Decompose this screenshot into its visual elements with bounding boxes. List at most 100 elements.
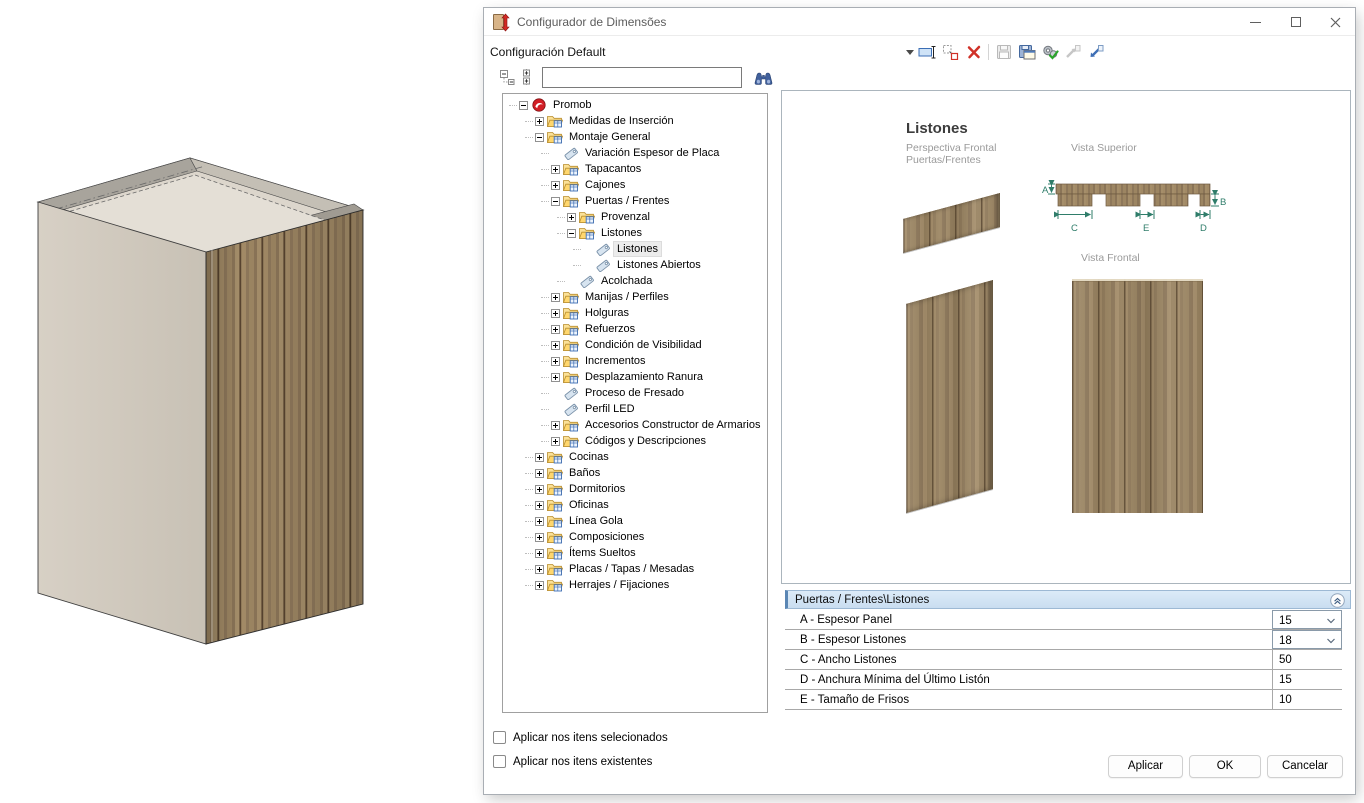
parameter-value-dropdown[interactable]: 15 — [1272, 610, 1342, 629]
find-button[interactable] — [750, 68, 776, 88]
tree-item-herrajes-fijaciones[interactable]: Herrajes / Fijaciones — [503, 577, 767, 593]
tree-item-listones[interactable]: Listones — [503, 225, 767, 241]
export-config-button[interactable] — [1084, 42, 1107, 62]
checkbox-box[interactable] — [493, 755, 506, 768]
expand-node-icon[interactable] — [535, 517, 544, 526]
tree-item-cocinas[interactable]: Cocinas — [503, 449, 767, 465]
expand-node-icon[interactable] — [551, 309, 560, 318]
collapse-node-icon[interactable] — [567, 229, 576, 238]
tree-item-desplazamiento-ranura[interactable]: Desplazamiento Ranura — [503, 369, 767, 385]
panel-section — [1056, 184, 1210, 194]
tree-item-provenzal[interactable]: Provenzal — [503, 209, 767, 225]
expand-all-button[interactable] — [520, 68, 538, 86]
tree-item-proceso-de-fresado[interactable]: Proceso de Fresado — [503, 385, 767, 401]
apply-button[interactable]: Aplicar — [1108, 755, 1183, 778]
minimize-button[interactable] — [1237, 8, 1273, 36]
dim-a-label: A — [1042, 185, 1049, 196]
expand-node-icon[interactable] — [551, 181, 560, 190]
expand-node-icon[interactable] — [535, 581, 544, 590]
tree-item-ba-os[interactable]: Baños — [503, 465, 767, 481]
config-selector[interactable]: Configuración Default — [490, 42, 914, 62]
expand-node-icon[interactable] — [535, 549, 544, 558]
collapse-node-icon[interactable] — [535, 133, 544, 142]
tree-item-refuerzos[interactable]: Refuerzos — [503, 321, 767, 337]
expand-node-icon[interactable] — [551, 293, 560, 302]
collapse-all-button[interactable] — [498, 68, 516, 86]
apply-selected-items-checkbox[interactable]: Aplicar nos itens selecionados — [493, 731, 668, 744]
collapse-node-icon[interactable] — [519, 101, 528, 110]
rename-config-button[interactable] — [916, 42, 939, 62]
tree-item-montaje-general[interactable]: Montaje General — [503, 129, 767, 145]
maximize-button[interactable] — [1278, 8, 1314, 36]
tree-item-tems-sueltos[interactable]: Ítems Sueltos — [503, 545, 767, 561]
save-config-button[interactable] — [1015, 42, 1038, 62]
expand-node-icon[interactable] — [535, 565, 544, 574]
duplicate-config-button[interactable] — [939, 42, 962, 62]
tree-item-accesorios-constructor-de-armarios[interactable]: Accesorios Constructor de Armarios — [503, 417, 767, 433]
tree-item-variaci-n-espesor-de-placa[interactable]: Variación Espesor de Placa — [503, 145, 767, 161]
collapse-node-icon[interactable] — [551, 197, 560, 206]
parameter-value-input[interactable]: 10 — [1272, 690, 1342, 709]
expand-node-icon[interactable] — [551, 325, 560, 334]
perspective-top-strip — [903, 193, 1000, 253]
tree-item-holguras[interactable]: Holguras — [503, 305, 767, 321]
parameters-header[interactable]: Puertas / Frentes\Listones — [785, 590, 1351, 609]
tree-item-incrementos[interactable]: Incrementos — [503, 353, 767, 369]
tree-search-input[interactable] — [542, 67, 742, 88]
tree-item-composiciones[interactable]: Composiciones — [503, 529, 767, 545]
cancel-button[interactable]: Cancelar — [1267, 755, 1343, 778]
folder-icon — [563, 306, 579, 320]
config-selector-value: Configuración Default — [490, 45, 605, 59]
expand-node-icon[interactable] — [535, 501, 544, 510]
tree-item-condici-n-de-visibilidad[interactable]: Condición de Visibilidad — [503, 337, 767, 353]
close-button[interactable] — [1317, 8, 1353, 36]
apply-config-button[interactable] — [1038, 42, 1061, 62]
tree-guide-line — [541, 201, 549, 202]
tree-item-oficinas[interactable]: Oficinas — [503, 497, 767, 513]
delete-config-icon — [966, 44, 982, 60]
tree-item-c-digos-y-descripciones[interactable]: Códigos y Descripciones — [503, 433, 767, 449]
tree-item-medidas-de-inserci-n[interactable]: Medidas de Inserción — [503, 113, 767, 129]
cabinet-side-panel — [38, 202, 206, 644]
cabinet-3d-render — [0, 0, 480, 803]
checkbox-box[interactable] — [493, 731, 506, 744]
expand-node-icon[interactable] — [535, 485, 544, 494]
tree-item-perfil-led[interactable]: Perfil LED — [503, 401, 767, 417]
expand-node-icon[interactable] — [535, 453, 544, 462]
expand-node-icon[interactable] — [551, 341, 560, 350]
expand-node-icon[interactable] — [551, 421, 560, 430]
tree-item-listones-abiertos[interactable]: Listones Abiertos — [503, 257, 767, 273]
tree-item-manijas-perfiles[interactable]: Manijas / Perfiles — [503, 289, 767, 305]
configurador-dialog: Configurador de Dimensões Configuración … — [484, 8, 1355, 794]
expand-node-icon[interactable] — [551, 437, 560, 446]
tree-item-placas-tapas-mesadas[interactable]: Placas / Tapas / Mesadas — [503, 561, 767, 577]
collapse-panel-button[interactable] — [1330, 593, 1345, 608]
tree-item-acolchada[interactable]: Acolchada — [503, 273, 767, 289]
expand-node-icon[interactable] — [535, 533, 544, 542]
chevron-down-icon — [906, 50, 914, 55]
parameter-value-dropdown[interactable]: 18 — [1272, 630, 1342, 649]
expand-node-icon[interactable] — [535, 469, 544, 478]
tree-item-listones[interactable]: Listones — [503, 241, 767, 257]
delete-config-button[interactable] — [962, 42, 985, 62]
tree-item-l-nea-gola[interactable]: Línea Gola — [503, 513, 767, 529]
tree-item-cajones[interactable]: Cajones — [503, 177, 767, 193]
tree-item-dormitorios[interactable]: Dormitorios — [503, 481, 767, 497]
expand-node-icon[interactable] — [567, 213, 576, 222]
tree-guide-line — [525, 553, 533, 554]
expand-node-icon[interactable] — [551, 165, 560, 174]
parameter-value-input[interactable]: 15 — [1272, 670, 1342, 689]
ok-button[interactable]: OK — [1189, 755, 1261, 778]
tree-item-label: Códigos y Descripciones — [582, 434, 709, 448]
expand-node-icon[interactable] — [551, 373, 560, 382]
expand-node-icon[interactable] — [535, 117, 544, 126]
expand-node-icon[interactable] — [551, 357, 560, 366]
parameter-value-input[interactable]: 50 — [1272, 650, 1342, 669]
apply-existing-items-checkbox[interactable]: Aplicar nos itens existentes — [493, 755, 652, 768]
tree-item-promob[interactable]: Promob — [503, 97, 767, 113]
tree-guide-line — [573, 249, 581, 250]
tree-item-tapacantos[interactable]: Tapacantos — [503, 161, 767, 177]
tree-item-puertas-frentes[interactable]: Puertas / Frentes — [503, 193, 767, 209]
tree-guide-line — [541, 185, 549, 186]
parameter-row: B - Espesor Listones18 — [785, 630, 1342, 650]
